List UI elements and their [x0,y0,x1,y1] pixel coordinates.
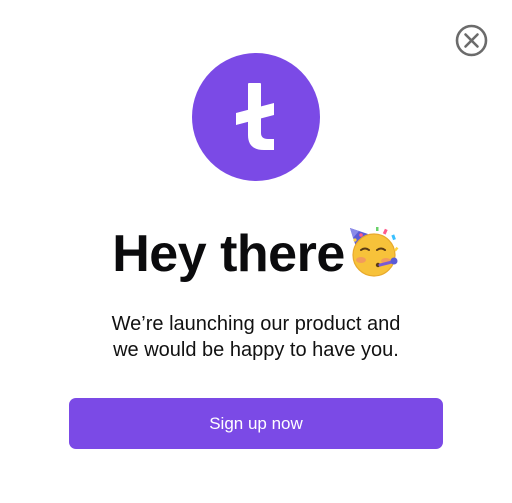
description-line-2: we would be happy to have you. [113,339,399,361]
sign-up-button[interactable]: Sign up now [69,398,443,449]
close-button[interactable] [455,24,488,57]
description-line-1: We’re launching our product and [111,313,401,335]
brand-logo [192,53,320,181]
signup-modal: Hey there We’re launching our product an… [0,0,512,503]
modal-description: We’re launching our product and we would… [56,311,456,363]
close-circle-icon [455,24,488,57]
partying-face-icon [346,225,400,279]
modal-title: Hey there [0,222,512,286]
brand-logo-icon [236,83,274,150]
title-text: Hey there [112,225,345,283]
